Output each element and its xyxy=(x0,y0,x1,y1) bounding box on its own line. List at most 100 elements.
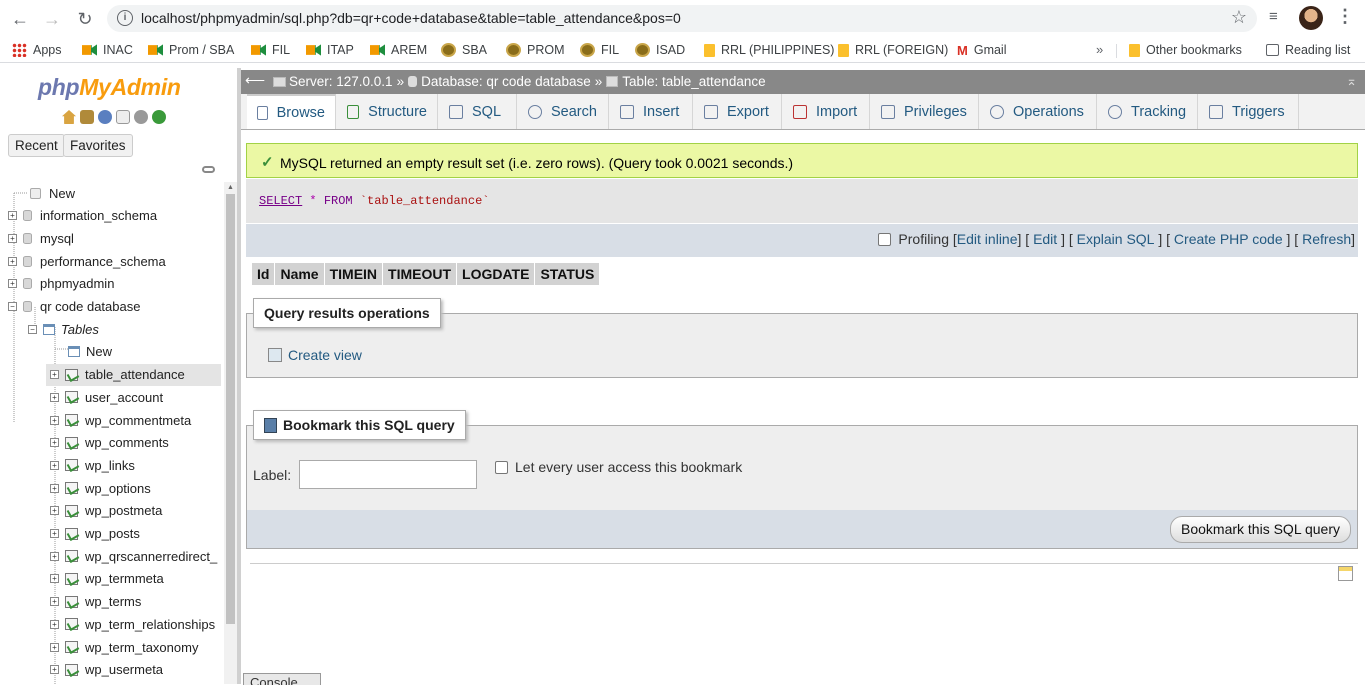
bookmark-prom-sba[interactable]: Prom / SBA xyxy=(148,41,234,59)
forward-button[interactable]: → xyxy=(40,7,64,31)
collapse-nav-icon[interactable]: ⟵ xyxy=(245,72,265,89)
back-button[interactable]: ← xyxy=(8,7,32,31)
profiling-checkbox[interactable] xyxy=(878,232,892,246)
tree-item-wp-qrscannerredirect-[interactable]: + wp_qrscannerredirect_ xyxy=(50,545,217,567)
tree-item-new[interactable]: New xyxy=(30,182,75,204)
tab-privileges[interactable]: Privileges xyxy=(871,94,979,129)
tab-export[interactable]: Export xyxy=(694,94,782,129)
maximize-icon[interactable]: ⌅ xyxy=(1346,73,1357,89)
expand-icon[interactable]: + xyxy=(50,506,59,516)
expand-icon[interactable]: + xyxy=(50,529,59,538)
tree-item-wp-usermeta[interactable]: + wp_usermeta xyxy=(50,659,163,681)
expand-icon[interactable]: + xyxy=(50,392,59,402)
tree-item-table-attendance[interactable]: + table_attendance xyxy=(46,363,221,386)
bookmark-gmail[interactable]: M Gmail xyxy=(957,41,1007,59)
expand-icon[interactable]: + xyxy=(8,211,17,221)
breadcrumb-database[interactable]: Database: qr code database xyxy=(421,74,591,89)
reload-button[interactable]: ↻ xyxy=(73,7,97,31)
star-icon[interactable]: ☆ xyxy=(1231,7,1247,28)
tree-item-mysql[interactable]: + mysql xyxy=(8,227,74,249)
tab-search[interactable]: Search xyxy=(518,94,609,129)
tree-item-wp-links[interactable]: + wp_links xyxy=(50,454,135,476)
recent-button[interactable]: Recent xyxy=(8,134,65,157)
collapse-icon[interactable]: − xyxy=(28,324,37,334)
expand-icon[interactable]: + xyxy=(8,233,17,243)
help-icon[interactable] xyxy=(98,110,112,124)
bookmark-other[interactable]: Other bookmarks xyxy=(1129,41,1242,59)
bookmark-arem[interactable]: AREM xyxy=(370,41,427,59)
expand-icon[interactable]: + xyxy=(50,665,59,675)
edit-inline-link[interactable]: Edit inline xyxy=(957,231,1018,247)
media-queue-icon[interactable]: ≡ xyxy=(1269,8,1278,25)
expand-icon[interactable]: + xyxy=(50,415,59,425)
url-text[interactable]: localhost/phpmyadmin/sql.php?db=qr+code+… xyxy=(141,10,681,26)
avatar[interactable] xyxy=(1299,6,1323,30)
bookmark-itap[interactable]: ITAP xyxy=(306,41,354,59)
tree-item-wp-commentmeta[interactable]: + wp_commentmeta xyxy=(50,409,191,431)
tab-sql[interactable]: SQL xyxy=(439,94,517,129)
sticky-note-icon[interactable] xyxy=(1338,566,1353,581)
tree-item-wp-posts[interactable]: + wp_posts xyxy=(50,523,140,545)
tree-item-qr-code-database[interactable]: − qr code database xyxy=(8,296,140,318)
column-header-name[interactable]: Name xyxy=(275,263,324,285)
bookmark-fil[interactable]: FIL xyxy=(251,41,290,59)
tab-tracking[interactable]: Tracking xyxy=(1098,94,1198,129)
bookmark-rrl-philippines[interactable]: RRL (PHILIPPINES) xyxy=(704,41,834,59)
tree-item-information-schema[interactable]: + information_schema xyxy=(8,205,157,227)
refresh-link[interactable]: Refresh xyxy=(1302,231,1351,247)
sql-keyword[interactable]: SELECT xyxy=(259,194,302,208)
column-header-logdate[interactable]: LOGDATE xyxy=(457,263,535,285)
expand-icon[interactable]: + xyxy=(50,438,59,448)
edit-link[interactable]: Edit xyxy=(1033,231,1057,247)
nav-scrollbar[interactable]: ▲ xyxy=(224,182,237,684)
tree-item-wp-term-relationships[interactable]: + wp_term_relationships xyxy=(50,613,215,635)
bookmark-inac[interactable]: INAC xyxy=(82,41,133,59)
tree-item-wp-options[interactable]: + wp_options xyxy=(50,477,151,499)
bookmark-apps[interactable]: Apps xyxy=(12,41,62,59)
expand-icon[interactable]: + xyxy=(50,597,59,607)
tab-triggers[interactable]: Triggers xyxy=(1199,94,1299,129)
every-user-checkbox[interactable] xyxy=(495,460,508,474)
tab-operations[interactable]: Operations xyxy=(980,94,1097,129)
expand-icon[interactable]: + xyxy=(8,279,17,289)
console-tab[interactable]: Console xyxy=(243,673,321,685)
docs-icon[interactable] xyxy=(116,110,130,124)
bookmark-prom[interactable]: PROM xyxy=(506,41,565,59)
link-icon[interactable] xyxy=(202,166,215,173)
column-header-timein[interactable]: TIMEIN xyxy=(324,263,383,285)
tree-item-tables[interactable]: − Tables xyxy=(28,318,99,340)
tab-import[interactable]: Import xyxy=(783,94,870,129)
expand-icon[interactable]: + xyxy=(50,551,59,561)
tab-insert[interactable]: Insert xyxy=(610,94,693,129)
bookmark-isad[interactable]: ISAD xyxy=(635,41,685,59)
expand-icon[interactable]: + xyxy=(50,370,59,380)
bookmark-fil-2[interactable]: FIL xyxy=(580,41,619,59)
tree-item-wp-termmeta[interactable]: + wp_termmeta xyxy=(50,568,164,590)
column-header-id[interactable]: Id xyxy=(252,263,275,285)
bookmark-label-input[interactable] xyxy=(299,460,477,489)
tab-browse[interactable]: Browse xyxy=(247,94,336,129)
create-view-link[interactable]: Create view xyxy=(268,347,362,363)
sql-query-display[interactable]: SELECT * FROM `table_attendance` xyxy=(246,179,1358,223)
collapse-icon[interactable]: − xyxy=(8,302,17,311)
column-header-timeout[interactable]: TIMEOUT xyxy=(383,263,457,285)
home-icon[interactable] xyxy=(62,110,76,124)
tree-item-user-account[interactable]: + user_account xyxy=(50,386,163,408)
gear-icon[interactable] xyxy=(134,110,148,124)
expand-icon[interactable]: + xyxy=(50,642,59,652)
phpmyadmin-logo[interactable]: phpMyAdmin xyxy=(38,74,181,101)
breadcrumb-table[interactable]: Table: table_attendance xyxy=(622,74,765,89)
column-header-status[interactable]: STATUS xyxy=(535,263,600,285)
address-bar[interactable]: i localhost/phpmyadmin/sql.php?db=qr+cod… xyxy=(107,5,1257,32)
expand-icon[interactable]: + xyxy=(50,574,59,584)
reload-nav-icon[interactable] xyxy=(152,110,166,124)
scrollbar-thumb[interactable] xyxy=(226,194,235,624)
breadcrumb-server[interactable]: Server: 127.0.0.1 xyxy=(289,74,393,89)
bookmark-sba[interactable]: SBA xyxy=(441,41,487,59)
create-php-code-link[interactable]: Create PHP code xyxy=(1174,231,1283,247)
tab-structure[interactable]: Structure xyxy=(337,94,438,129)
kebab-menu-icon[interactable]: ⋮ xyxy=(1336,6,1354,27)
tree-item-wp-term-taxonomy[interactable]: + wp_term_taxonomy xyxy=(50,636,198,658)
panel-resizer[interactable] xyxy=(237,68,241,684)
bookmarks-overflow-button[interactable]: » xyxy=(1096,42,1103,57)
